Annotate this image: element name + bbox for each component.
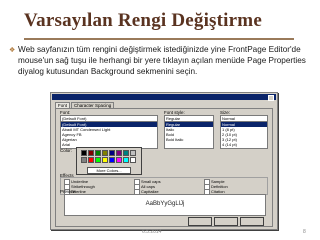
color-swatch[interactable] [88,157,94,163]
font-style-list[interactable]: Regular Italic Bold Bold Italic [164,121,214,149]
slide-title: Varsayılan Rengi Değiştirme [24,10,262,31]
color-swatch[interactable] [95,157,101,163]
color-swatch[interactable] [116,150,122,156]
color-swatch[interactable] [109,157,115,163]
apply-button[interactable] [240,217,264,226]
color-swatch[interactable] [109,150,115,156]
color-swatch[interactable] [130,157,136,163]
close-icon [268,95,274,101]
color-swatch[interactable] [88,150,94,156]
color-swatch[interactable] [116,157,122,163]
more-colors-button[interactable]: More Colors... [87,167,131,174]
color-swatch[interactable] [130,150,136,156]
bullet-icon: ❖ [9,47,16,54]
dialog-panel: Font: (Default Font) (Default Font) Abad… [55,108,273,227]
ok-button[interactable] [188,217,212,226]
color-swatch[interactable] [81,157,87,163]
style-list-item[interactable]: Bold Italic [165,137,213,142]
preview-text: AaBbYyGgLlJj [145,201,185,207]
page-number: 8 [303,229,306,235]
font-dialog-screenshot: Font Character Spacing Font: (Default Fo… [50,92,278,230]
effects-group: Underline Strikethrough Overline Small caps… [60,177,268,195]
color-palette[interactable]: More Colors... [76,147,142,175]
title-underline [24,38,294,40]
cancel-button[interactable] [214,217,238,226]
color-swatch[interactable] [81,150,87,156]
preview-box: AaBbYyGgLlJj [64,194,266,216]
color-swatch[interactable] [123,157,129,163]
size-list-item[interactable]: 4 (14 pt) [221,142,267,147]
slide-date: 6.5.2014 [142,229,162,235]
color-swatch[interactable] [102,157,108,163]
color-swatch[interactable] [102,150,108,156]
color-swatch[interactable] [95,150,101,156]
color-label: Color: [60,148,73,153]
bullet-text: Web sayfanızın tüm rengini değiştirmek i… [18,45,306,76]
dialog-titlebar [52,94,276,101]
size-list[interactable]: Normal 1 (8 pt) 2 (10 pt) 3 (12 pt) 4 (1… [220,121,268,149]
color-swatch[interactable] [123,150,129,156]
font-list[interactable]: (Default Font) Abadi MT Condensed Light … [60,121,158,149]
slide-body: ❖ Web sayfanızın tüm rengini değiştirmek… [9,44,307,77]
